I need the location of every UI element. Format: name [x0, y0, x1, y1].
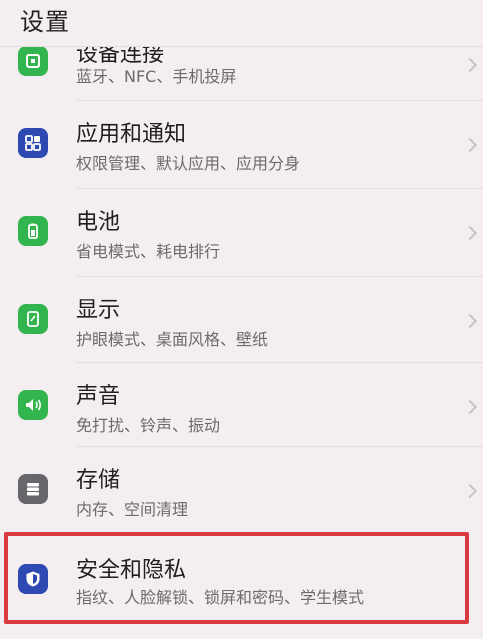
- settings-item-sound[interactable]: 声音 免打扰、铃声、振动: [0, 362, 483, 448]
- settings-item-title: 显示: [76, 298, 121, 323]
- settings-item-subtitle: 蓝牙、NFC、手机投屏: [76, 67, 237, 86]
- storage-icon: [18, 474, 48, 504]
- apps-icon: [18, 128, 48, 158]
- settings-item-title: 电池: [76, 210, 121, 235]
- settings-item-display[interactable]: 显示 护眼模式、桌面风格、壁纸: [0, 276, 483, 362]
- page-title: 设置: [20, 8, 70, 36]
- settings-item-subtitle: 免打扰、铃声、振动: [76, 416, 221, 435]
- settings-item-title: 存储: [76, 468, 121, 493]
- chevron-right-icon: [462, 137, 478, 153]
- app-header: 设置: [0, 0, 483, 47]
- settings-item-apps-notifications[interactable]: 应用和通知 权限管理、默认应用、应用分身: [0, 100, 483, 186]
- chevron-right-icon: [462, 225, 478, 241]
- device-connection-icon: [18, 46, 48, 76]
- chevron-right-icon: [462, 399, 478, 415]
- chevron-right-icon: [462, 483, 478, 499]
- display-icon: [18, 304, 48, 334]
- chevron-right-icon: [462, 57, 478, 73]
- settings-item-title: 声音: [76, 384, 121, 409]
- settings-item-subtitle: 权限管理、默认应用、应用分身: [76, 154, 301, 173]
- settings-item-battery[interactable]: 电池 省电模式、耗电排行: [0, 188, 483, 274]
- settings-item-title: 应用和通知: [76, 122, 187, 147]
- settings-item-subtitle: 内存、空间清理: [76, 500, 189, 519]
- highlight-frame: [4, 532, 469, 624]
- settings-item-subtitle: 护眼模式、桌面风格、壁纸: [76, 330, 269, 349]
- settings-item-storage[interactable]: 存储 内存、空间清理: [0, 446, 483, 532]
- chevron-right-icon: [462, 313, 478, 329]
- sound-icon: [18, 390, 48, 420]
- settings-item-subtitle: 省电模式、耗电排行: [76, 242, 221, 261]
- battery-icon: [18, 216, 48, 246]
